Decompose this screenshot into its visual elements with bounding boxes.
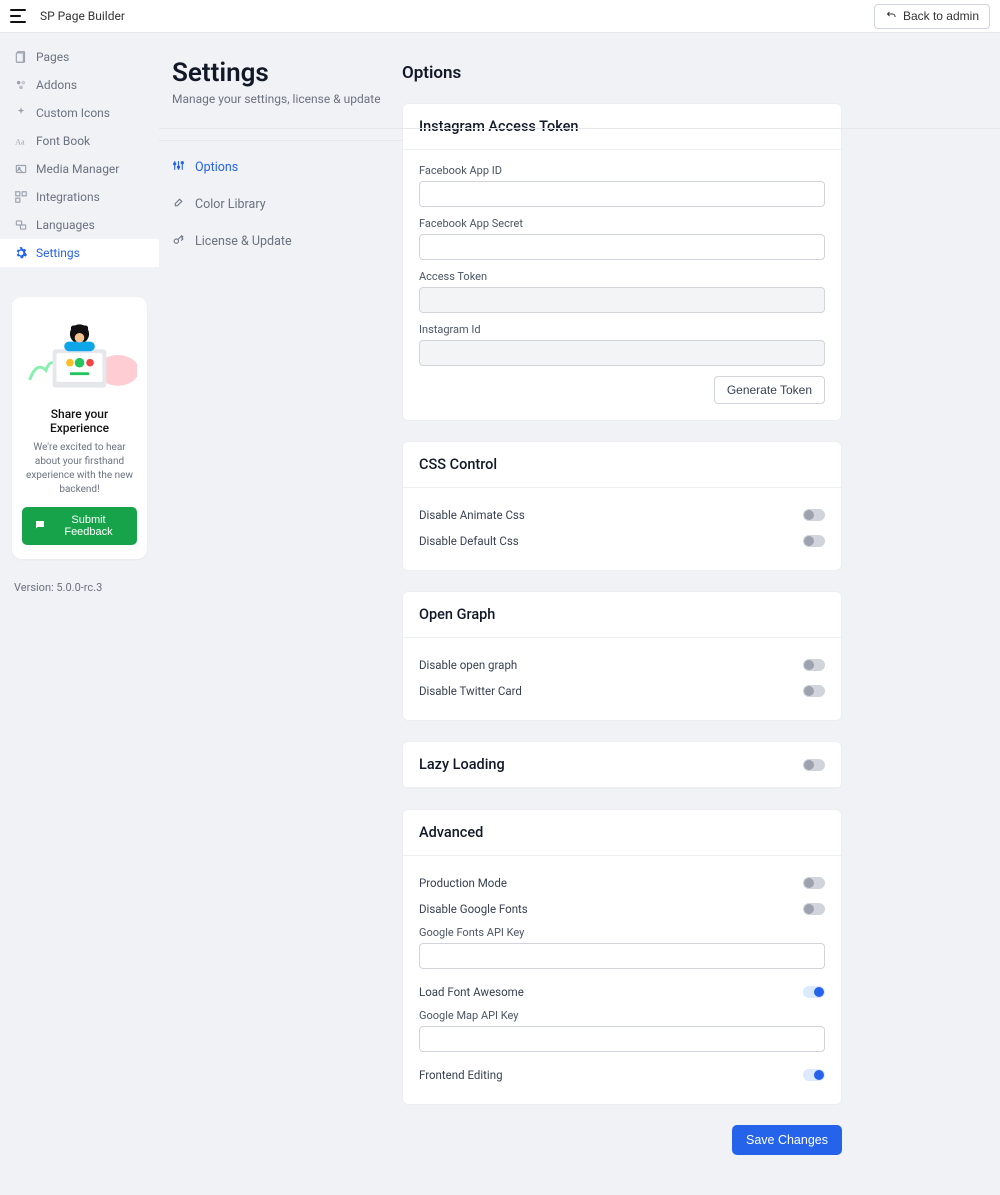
sidebar-item-settings[interactable]: Settings (0, 239, 159, 267)
sidebar-item-custom-icons[interactable]: Custom Icons (0, 99, 159, 127)
key-icon (172, 233, 185, 250)
page-icon (14, 50, 28, 64)
field-label: Access Token (419, 270, 825, 283)
version-label: Version: 5.0.0-rc.3 (0, 569, 159, 606)
frontend-editing-toggle[interactable] (803, 1069, 825, 1081)
facebook-app-id-input[interactable] (419, 181, 825, 207)
toggle-label: Disable Google Fonts (419, 902, 528, 916)
page-title: Settings (172, 58, 402, 88)
feedback-title: Share your Experience (22, 407, 137, 435)
card-open-graph: Open Graph Disable open graph Disable Tw… (402, 591, 842, 721)
font-icon: Aa (14, 134, 28, 148)
toggle-label: Frontend Editing (419, 1068, 503, 1082)
sliders-icon (172, 159, 185, 176)
sidebar-item-font-book[interactable]: Aa Font Book (0, 127, 159, 155)
load-font-awesome-toggle[interactable] (803, 986, 825, 998)
sidebar-item-label: Custom Icons (36, 106, 110, 120)
sidebar-item-pages[interactable]: Pages (0, 43, 159, 71)
back-to-admin-button[interactable]: Back to admin (874, 4, 990, 29)
card-title: Instagram Access Token (419, 118, 578, 135)
disable-default-css-toggle[interactable] (803, 535, 825, 547)
menu-toggle-button[interactable] (8, 6, 28, 26)
sidebar-item-label: Pages (36, 50, 69, 64)
tab-options[interactable]: Options (159, 149, 402, 186)
sparkle-icon (14, 106, 28, 120)
production-mode-toggle[interactable] (803, 877, 825, 889)
card-title: CSS Control (419, 456, 497, 473)
toggle-label: Disable Animate Css (419, 508, 525, 522)
back-to-admin-label: Back to admin (903, 9, 979, 23)
sidebar-nav: Pages Addons Custom Icons Aa Font Book M… (0, 33, 159, 267)
undo-icon (885, 9, 897, 24)
topbar: SP Page Builder Back to admin (0, 0, 1000, 33)
disable-twitter-card-toggle[interactable] (803, 685, 825, 697)
google-fonts-api-key-input[interactable] (419, 943, 825, 969)
toggle-label: Disable open graph (419, 658, 517, 672)
card-lazy-loading: Lazy Loading (402, 741, 842, 789)
addons-icon (14, 78, 28, 92)
card-title: Open Graph (419, 606, 495, 623)
toggle-label: Load Font Awesome (419, 985, 524, 999)
media-icon (14, 162, 28, 176)
feedback-illustration (22, 311, 137, 401)
app-title: SP Page Builder (40, 9, 125, 23)
gear-icon (14, 246, 28, 260)
lazy-loading-toggle[interactable] (803, 759, 825, 771)
toggle-label: Disable Default Css (419, 534, 519, 548)
settings-tabs: Options Color Library License & Update (159, 140, 402, 260)
card-title: Lazy Loading (419, 756, 505, 773)
card-instagram-token: Instagram Access Token Facebook App ID F… (402, 103, 842, 421)
feedback-description: We're excited to hear about your firstha… (22, 441, 137, 497)
svg-text:Aa: Aa (15, 138, 25, 147)
tab-label: Options (195, 160, 238, 175)
languages-icon (14, 218, 28, 232)
access-token-input[interactable] (419, 287, 825, 313)
sidebar-item-label: Settings (36, 246, 80, 260)
field-label: Facebook App ID (419, 164, 825, 177)
sidebar-item-languages[interactable]: Languages (0, 211, 159, 239)
google-map-api-key-input[interactable] (419, 1026, 825, 1052)
integrations-icon (14, 190, 28, 204)
sidebar-item-label: Addons (36, 78, 77, 92)
sidebar: Pages Addons Custom Icons Aa Font Book M… (0, 33, 159, 1195)
sidebar-item-label: Languages (36, 218, 95, 232)
instagram-id-input[interactable] (419, 340, 825, 366)
facebook-app-secret-input[interactable] (419, 234, 825, 260)
tab-label: License & Update (195, 234, 292, 249)
field-label: Google Map API Key (419, 1009, 825, 1022)
card-advanced: Advanced Production Mode Disable Google … (402, 809, 842, 1105)
chat-icon (34, 519, 46, 534)
save-changes-button[interactable]: Save Changes (732, 1125, 842, 1155)
field-label: Instagram Id (419, 323, 825, 336)
page-subtitle: Manage your settings, license & update (172, 92, 402, 106)
sidebar-item-media-manager[interactable]: Media Manager (0, 155, 159, 183)
divider (159, 128, 1000, 129)
sidebar-item-label: Font Book (36, 134, 90, 148)
feedback-card: Share your Experience We're excited to h… (12, 297, 147, 559)
sidebar-item-addons[interactable]: Addons (0, 71, 159, 99)
card-css-control: CSS Control Disable Animate Css Disable … (402, 441, 842, 571)
sidebar-item-label: Integrations (36, 190, 100, 204)
brush-icon (172, 196, 185, 213)
disable-google-fonts-toggle[interactable] (803, 903, 825, 915)
submit-feedback-label: Submit Feedback (52, 514, 125, 538)
sidebar-item-label: Media Manager (36, 162, 119, 176)
card-title: Advanced (419, 824, 483, 841)
disable-open-graph-toggle[interactable] (803, 659, 825, 671)
field-label: Google Fonts API Key (419, 926, 825, 939)
sidebar-item-integrations[interactable]: Integrations (0, 183, 159, 211)
section-heading: Options (402, 59, 1000, 83)
generate-token-button[interactable]: Generate Token (714, 376, 825, 404)
field-label: Facebook App Secret (419, 217, 825, 230)
tab-label: Color Library (195, 197, 266, 212)
tab-color-library[interactable]: Color Library (159, 186, 402, 223)
toggle-label: Disable Twitter Card (419, 684, 522, 698)
toggle-label: Production Mode (419, 876, 507, 890)
submit-feedback-button[interactable]: Submit Feedback (22, 507, 137, 545)
tab-license-update[interactable]: License & Update (159, 223, 402, 260)
disable-animate-css-toggle[interactable] (803, 509, 825, 521)
main: Settings Manage your settings, license &… (159, 33, 1000, 1195)
